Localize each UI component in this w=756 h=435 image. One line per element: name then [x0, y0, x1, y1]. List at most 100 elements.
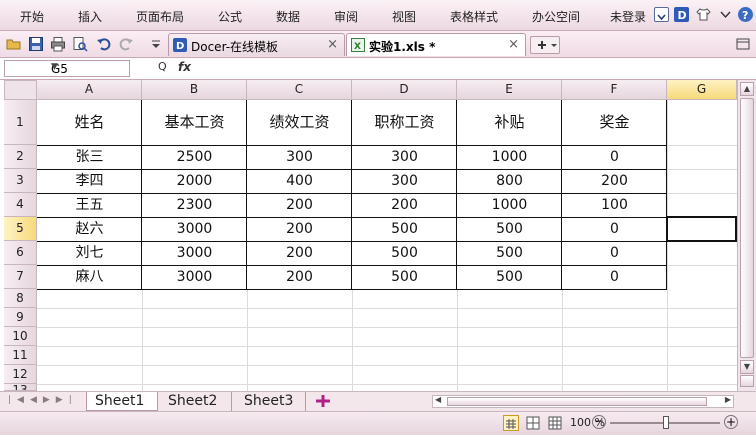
table-cell[interactable]: 李四 [37, 169, 142, 193]
normal-view-icon[interactable] [503, 415, 519, 431]
sheet-navigation-arrows-icon[interactable]: |◀◀▶▶| [8, 395, 78, 405]
scroll-left-icon[interactable]: ◀ [435, 395, 441, 404]
sheet-tab-2[interactable]: Sheet2 [158, 392, 232, 411]
zoom-slider-thumb[interactable] [663, 416, 669, 429]
table-cell[interactable]: 2000 [142, 169, 247, 193]
table-cell[interactable]: 2300 [142, 193, 247, 217]
name-box[interactable]: G5 ▼ [4, 60, 130, 77]
menu-data[interactable]: 数据 [276, 8, 300, 25]
minimize-ribbon-icon[interactable] [718, 7, 733, 22]
menu-table-style[interactable]: 表格样式 [450, 8, 498, 25]
row-header-10[interactable]: 10 [4, 327, 37, 346]
page-layout-view-icon[interactable] [525, 415, 541, 431]
chevron-down-icon[interactable] [654, 7, 669, 22]
table-cell[interactable]: 300 [352, 169, 457, 193]
table-cell[interactable]: 300 [247, 145, 352, 169]
table-cell[interactable]: 0 [562, 217, 667, 241]
sheet-tab-3[interactable]: Sheet3 [232, 392, 306, 411]
table-cell[interactable]: 500 [457, 241, 562, 265]
skin-shirt-icon[interactable] [696, 7, 711, 22]
table-cell[interactable]: 3000 [142, 241, 247, 265]
menu-home[interactable]: 开始 [20, 8, 44, 25]
table-cell[interactable]: 赵六 [37, 217, 142, 241]
page-break-view-icon[interactable] [547, 415, 563, 431]
menu-review[interactable]: 审阅 [334, 8, 358, 25]
table-cell[interactable]: 800 [457, 169, 562, 193]
row-header-2[interactable]: 2 [4, 145, 37, 169]
save-icon[interactable] [28, 36, 44, 52]
chevron-down-icon[interactable]: ▼ [51, 62, 126, 72]
table-cell[interactable]: 200 [562, 169, 667, 193]
table-cell[interactable]: 400 [247, 169, 352, 193]
table-cell[interactable]: 500 [352, 265, 457, 289]
scroll-up-icon[interactable]: ▲ [740, 82, 754, 96]
redo-icon[interactable] [118, 36, 134, 52]
horizontal-scroll-thumb[interactable] [447, 397, 707, 406]
table-header-cell[interactable]: 基本工资 [142, 100, 247, 145]
table-cell[interactable]: 王五 [37, 193, 142, 217]
help-icon[interactable]: ? [738, 7, 753, 22]
table-cell[interactable]: 500 [457, 217, 562, 241]
add-sheet-button[interactable] [308, 392, 346, 411]
undo-icon[interactable] [96, 36, 112, 52]
table-cell[interactable]: 麻八 [37, 265, 142, 289]
row-header-4[interactable]: 4 [4, 193, 37, 217]
open-folder-icon[interactable] [6, 36, 22, 52]
table-cell[interactable]: 200 [247, 265, 352, 289]
table-cell[interactable]: 张三 [37, 145, 142, 169]
table-header-cell[interactable]: 职称工资 [352, 100, 457, 145]
sheet-tab-1[interactable]: Sheet1 [86, 392, 158, 411]
table-cell[interactable]: 3000 [142, 217, 247, 241]
row-header-8[interactable]: 8 [4, 289, 37, 308]
new-tab-button[interactable] [530, 36, 560, 54]
select-all-corner[interactable] [4, 80, 37, 100]
row-header-13[interactable]: 13 [4, 384, 37, 391]
table-cell[interactable]: 刘七 [37, 241, 142, 265]
zoom-search-icon[interactable]: Q [158, 60, 167, 73]
table-cell[interactable]: 0 [562, 265, 667, 289]
window-menu-icon[interactable] [735, 36, 751, 52]
table-cell[interactable]: 3000 [142, 265, 247, 289]
table-cell[interactable]: 300 [352, 145, 457, 169]
menu-formulas[interactable]: 公式 [218, 8, 242, 25]
tab-docer-templates[interactable]: D Docer-在线模板 × [168, 33, 345, 56]
login-status[interactable]: 未登录 [610, 8, 646, 25]
table-cell[interactable]: 2500 [142, 145, 247, 169]
table-cell[interactable]: 1000 [457, 193, 562, 217]
fx-icon[interactable]: fx [178, 60, 191, 74]
menu-view[interactable]: 视图 [392, 8, 416, 25]
table-cell[interactable]: 100 [562, 193, 667, 217]
table-cell[interactable]: 1000 [457, 145, 562, 169]
column-header-e[interactable]: E [457, 80, 562, 100]
scroll-thumb[interactable] [740, 98, 754, 358]
menu-office-space[interactable]: 办公空间 [532, 8, 580, 25]
table-cell[interactable]: 500 [352, 241, 457, 265]
row-header-9[interactable]: 9 [4, 308, 37, 327]
table-header-cell[interactable]: 姓名 [37, 100, 142, 145]
row-header-7[interactable]: 7 [4, 265, 37, 289]
menu-insert[interactable]: 插入 [78, 8, 102, 25]
column-header-b[interactable]: B [142, 80, 247, 100]
vertical-scrollbar[interactable]: ▲ ▼ [737, 80, 756, 391]
column-header-d[interactable]: D [352, 80, 457, 100]
customize-toolbar-icon[interactable] [148, 36, 164, 52]
row-header-5[interactable]: 5 [4, 217, 37, 241]
table-cell[interactable]: 0 [562, 241, 667, 265]
table-cell[interactable]: 200 [247, 217, 352, 241]
row-header-6[interactable]: 6 [4, 241, 37, 265]
table-cell[interactable]: 500 [457, 265, 562, 289]
column-header-c[interactable]: C [247, 80, 352, 100]
row-header-11[interactable]: 11 [4, 346, 37, 365]
selected-cell-g5[interactable] [666, 216, 737, 242]
scroll-down-icon[interactable]: ▼ [740, 360, 754, 374]
table-cell[interactable]: 500 [352, 217, 457, 241]
scroll-right-icon[interactable]: ▶ [725, 395, 731, 404]
docer-icon[interactable]: D [674, 7, 689, 22]
column-header-a[interactable]: A [37, 80, 142, 100]
horizontal-scrollbar[interactable]: ◀ ▶ [432, 395, 734, 408]
print-icon[interactable] [50, 36, 66, 52]
table-header-cell[interactable]: 绩效工资 [247, 100, 352, 145]
close-icon[interactable]: × [508, 37, 519, 52]
table-cell[interactable]: 200 [247, 193, 352, 217]
close-icon[interactable]: × [327, 37, 338, 52]
